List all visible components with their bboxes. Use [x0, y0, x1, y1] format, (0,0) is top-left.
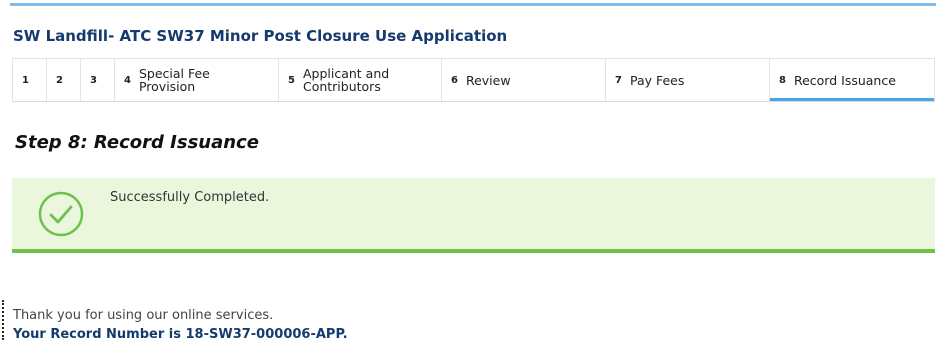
step-label: Review: [465, 72, 511, 88]
top-divider: [10, 3, 936, 6]
success-banner: Successfully Completed.: [12, 178, 935, 253]
thank-you-text: Thank you for using our online services.: [13, 308, 274, 323]
success-message: Successfully Completed.: [110, 190, 270, 205]
tab-step-1[interactable]: 1: [13, 59, 47, 101]
step-heading: Step 8: Record Issuance: [15, 132, 259, 153]
tab-step-5-applicant-and-contributors[interactable]: 5 Applicant and Contributors: [279, 59, 442, 101]
tab-step-4-special-fee-provision[interactable]: 4 Special Fee Provision: [115, 59, 279, 101]
tab-step-3[interactable]: 3: [81, 59, 115, 101]
step-label: Pay Fees: [629, 72, 685, 88]
step-number: 2: [56, 74, 63, 86]
step-number: 6: [451, 74, 458, 86]
step-number: 4: [124, 74, 131, 86]
step-tabs: 1 2 3 4 Special Fee Provision 5 Applican…: [12, 58, 935, 102]
application-title: SW Landfill- ATC SW37 Minor Post Closure…: [13, 27, 508, 45]
tab-step-7-pay-fees[interactable]: 7 Pay Fees: [606, 59, 770, 101]
step-number: 8: [779, 74, 786, 86]
tab-step-8-record-issuance[interactable]: 8 Record Issuance: [770, 59, 934, 101]
step-label: Applicant and Contributors: [302, 66, 390, 94]
step-number: 1: [22, 74, 29, 86]
check-circle-icon: [38, 191, 84, 237]
step-number: 3: [90, 74, 97, 86]
step-number: 5: [288, 74, 295, 86]
record-issuance-page: SW Landfill- ATC SW37 Minor Post Closure…: [0, 0, 939, 343]
step-label: Record Issuance: [793, 72, 896, 88]
edge-divider: [2, 300, 7, 340]
tab-step-6-review[interactable]: 6 Review: [442, 59, 606, 101]
tab-step-2[interactable]: 2: [47, 59, 81, 101]
step-label: Special Fee Provision: [138, 66, 210, 94]
record-number-text: Your Record Number is 18-SW37-000006-APP…: [13, 327, 348, 342]
step-number: 7: [615, 74, 622, 86]
